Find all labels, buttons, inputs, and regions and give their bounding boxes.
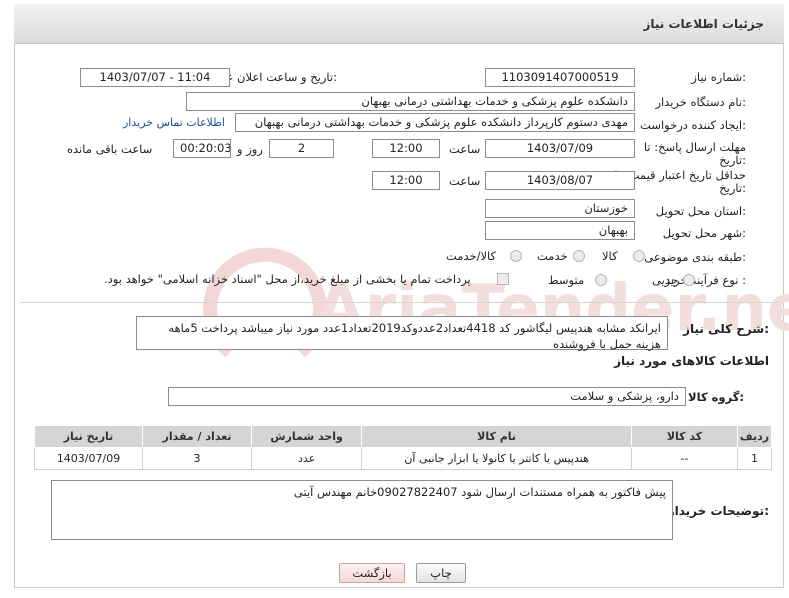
col-header-code: کد کالا <box>631 425 738 448</box>
announce-field: 1403/07/07 - 11:04 <box>80 68 230 87</box>
validity-date-field: 1403/08/07 <box>485 171 635 190</box>
validity-date-label: تاریخ: <box>719 181 746 195</box>
category-label: طبقه بندی موضوعی: <box>644 250 746 264</box>
col-header-date: تاریخ نیاز <box>33 425 144 448</box>
back-button[interactable]: بازگشت <box>339 563 405 583</box>
goods-section-title: اطلاعات کالاهای مورد نیاز <box>614 354 769 368</box>
deadline-label: مهلت ارسال پاسخ: تا <box>643 140 746 154</box>
goods-group-label: گروه کالا: <box>688 390 744 404</box>
table-row: 1 -- هندپیس یا کاتتر یا کانولا یا ابزار … <box>33 447 773 470</box>
cell-code: -- <box>631 447 738 470</box>
deadline-date-field: 1403/07/09 <box>485 139 635 158</box>
need-number-field: 1103091407000519 <box>485 68 635 87</box>
buyer-org-label: نام دستگاه خریدار: <box>655 95 746 109</box>
category-option-service: خدمت <box>537 249 568 263</box>
days-field: 2 <box>269 139 334 158</box>
purchase-radio-medium[interactable] <box>595 274 607 286</box>
remaining-time-field: 00:20:03 <box>173 139 231 158</box>
col-header-row: ردیف <box>736 425 773 448</box>
city-field: بهبهان <box>485 221 635 240</box>
category-option-goods-service: کالا/خدمت <box>446 249 497 263</box>
treasury-payment-checkbox[interactable] <box>497 273 509 285</box>
category-option-goods: کالا <box>602 249 618 263</box>
page-header: جزئیات اطلاعات نیاز <box>14 4 784 44</box>
city-label: شهر محل تحویل: <box>662 226 746 240</box>
col-header-qty: تعداد / مقدار <box>142 425 253 448</box>
creator-field: مهدی دستوم کارپرداز دانشکده علوم پزشکی و… <box>235 113 635 132</box>
buyer-notes-label: توضیحات خریدار: <box>667 504 769 518</box>
validity-time-label: ساعت <box>449 174 481 188</box>
purchase-radio-minor[interactable] <box>683 274 695 286</box>
province-field: خوزستان <box>485 199 635 218</box>
page-title: جزئیات اطلاعات نیاز <box>643 17 764 31</box>
need-number-label: شماره نیاز: <box>691 70 746 84</box>
buyer-notes-field: پیش فاکتور به همراه مستندات ارسال شود 09… <box>51 480 673 540</box>
deadline-time-field: 12:00 <box>372 139 440 158</box>
col-header-unit: واحد شمارش <box>251 425 363 448</box>
creator-label: ایجاد کننده درخواست: <box>640 118 746 132</box>
cell-row-number: 1 <box>736 447 773 470</box>
table-header-row: ردیف کد کالا نام کالا واحد شمارش تعداد /… <box>33 425 773 448</box>
divider <box>20 302 780 303</box>
cell-name: هندپیس یا کاتتر یا کانولا یا ابزار جانبی… <box>361 447 633 470</box>
cell-date: 1403/07/09 <box>33 447 144 470</box>
province-label: استان محل تحویل: <box>655 204 746 218</box>
cell-qty: 3 <box>142 447 253 470</box>
description-field: ایرانکد مشابه هندپیس لیگاشور کد 4418تعدا… <box>136 316 668 351</box>
purchase-option-minor: جزیی <box>652 273 679 287</box>
validity-time-field: 12:00 <box>372 171 440 190</box>
cell-unit: عدد <box>251 447 363 470</box>
buyer-org-field: دانشکده علوم پزشکی و خدمات بهداشتی درمان… <box>186 92 635 111</box>
items-table: ردیف کد کالا نام کالا واحد شمارش تعداد /… <box>33 425 773 470</box>
category-radio-goods-service[interactable] <box>510 250 522 262</box>
contact-info-link[interactable]: اطلاعات تماس خریدار <box>123 116 225 129</box>
remaining-label: ساعت باقی مانده <box>67 142 153 156</box>
category-radio-goods[interactable] <box>633 250 645 262</box>
print-button[interactable]: چاپ <box>416 563 466 583</box>
deadline-date-label: تاریخ: <box>719 153 746 167</box>
treasury-payment-note: پرداخت تمام یا بخشی از مبلغ خرید،از محل … <box>104 272 471 286</box>
description-label: شرح کلی نیاز: <box>683 322 769 336</box>
col-header-name: نام کالا <box>361 425 633 448</box>
category-radio-service[interactable] <box>573 250 585 262</box>
deadline-time-label: ساعت <box>449 142 481 156</box>
goods-group-field: دارو، پزشکی و سلامت <box>168 387 686 406</box>
purchase-option-medium: متوسط <box>548 273 585 287</box>
days-label: روز و <box>237 142 263 156</box>
